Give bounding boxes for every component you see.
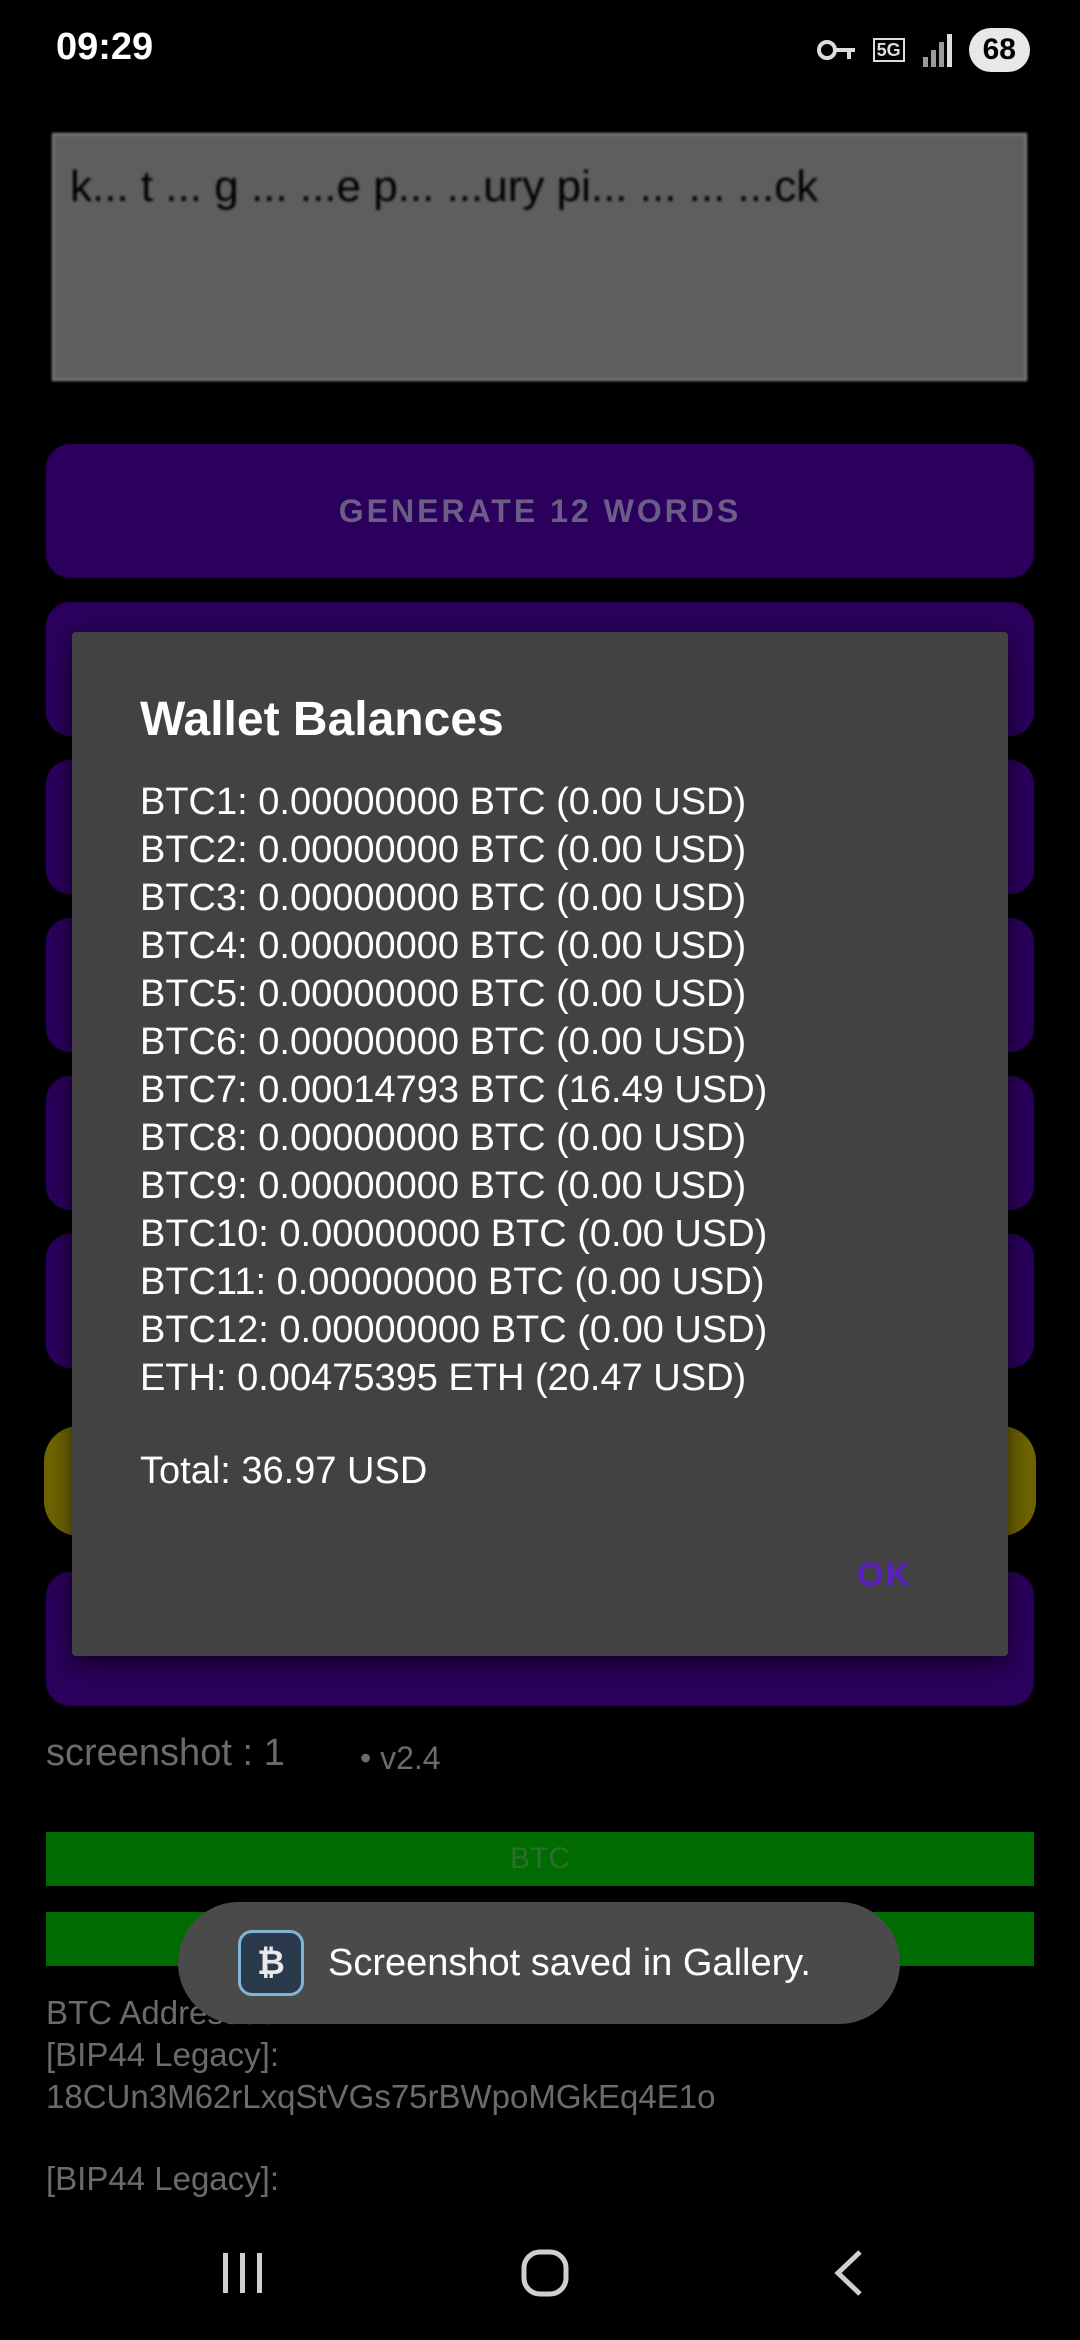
seed-phrase-input[interactable]: k... t ... g ... ...e p... ...ury pi... … [52,133,1027,381]
balance-line: BTC2: 0.00000000 BTC (0.00 USD) [140,829,747,871]
recents-button[interactable] [183,2205,303,2340]
balance-line: BTC10: 0.00000000 BTC (0.00 USD) [140,1213,768,1255]
wallet-balances-dialog: Wallet Balances BTC1: 0.00000000 BTC (0.… [72,632,1008,1656]
balance-line: BTC4: 0.00000000 BTC (0.00 USD) [140,925,747,967]
battery-icon: 68 [968,28,1030,72]
bitcoin-app-icon: ₿ [238,1930,304,1996]
address-type: [BIP44 Legacy]: [46,2036,279,2073]
balance-line: BTC12: 0.00000000 BTC (0.00 USD) [140,1309,768,1351]
screenshot-counter: screenshot : 1 [46,1732,285,1775]
balance-line: BTC5: 0.00000000 BTC (0.00 USD) [140,973,747,1015]
5g-icon: 5G [872,38,905,62]
total-balance: Total: 36.97 USD [140,1450,428,1492]
address-type: [BIP44 Legacy]: [46,2160,279,2197]
balance-line: BTC6: 0.00000000 BTC (0.00 USD) [140,1021,747,1063]
dialog-title: Wallet Balances [140,693,504,746]
screen: 09:29 5G 68 k... t ... g ... ...e p... .… [0,0,1080,2340]
status-bar: 09:29 5G 68 [0,0,1080,100]
balance-line: BTC8: 0.00000000 BTC (0.00 USD) [140,1117,747,1159]
key-icon [816,40,855,60]
generate-12-words-button[interactable]: GENERATE 12 WORDS [46,444,1034,578]
home-icon [521,2249,569,2296]
toast-message: Screenshot saved in Gallery. [328,1941,811,1984]
signal-icon [922,34,952,67]
status-time: 09:29 [56,26,154,68]
balance-line: BTC1: 0.00000000 BTC (0.00 USD) [140,781,747,823]
btc-bar[interactable]: BTC [46,1832,1034,1886]
screenshot-count: : 1 [242,1732,285,1774]
ok-button[interactable]: OK [857,1556,912,1595]
balance-line: BTC3: 0.00000000 BTC (0.00 USD) [140,877,747,919]
screenshot-label: screenshot [46,1732,232,1774]
status-icons: 5G 68 [816,28,1030,72]
back-button[interactable] [788,2205,908,2340]
navigation-bar [0,2205,1080,2340]
balance-line: BTC7: 0.00014793 BTC (16.49 USD) [140,1069,768,1111]
address-value: 18CUn3M62rLxqStVGs75rBWpoMGkEq4E1o [46,2078,716,2115]
back-icon [834,2249,862,2296]
balance-list: BTC1: 0.00000000 BTC (0.00 USD) BTC2: 0.… [140,778,767,1402]
balance-line: BTC11: 0.00000000 BTC (0.00 USD) [140,1261,765,1303]
home-button[interactable] [485,2205,605,2340]
toast-notification: ₿ Screenshot saved in Gallery. [178,1902,900,2024]
recents-icon [223,2252,262,2293]
balance-line: ETH: 0.00475395 ETH (20.47 USD) [140,1357,747,1399]
balance-line: BTC9: 0.00000000 BTC (0.00 USD) [140,1165,747,1207]
version-label: • v2.4 [360,1740,441,1776]
